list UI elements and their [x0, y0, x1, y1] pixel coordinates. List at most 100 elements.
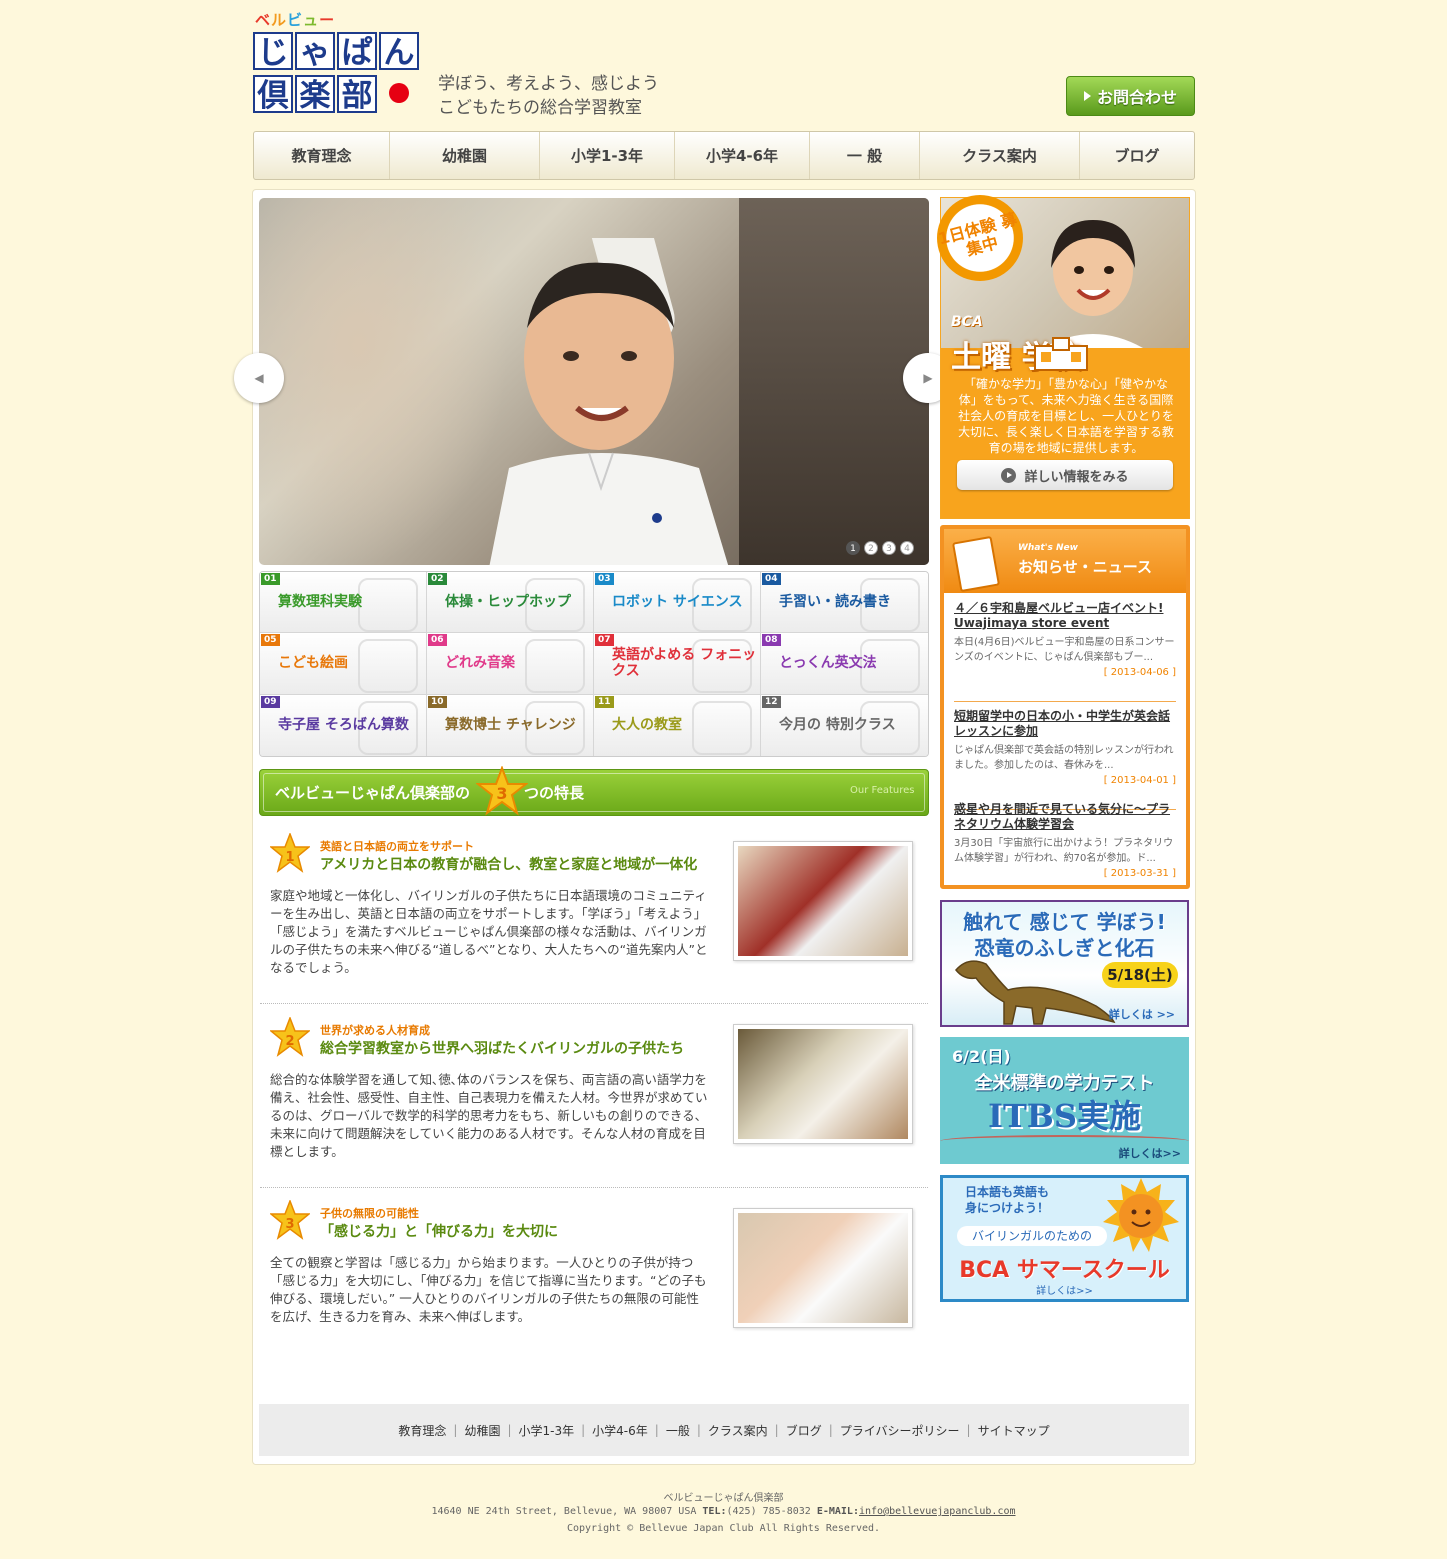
class-tile[interactable]: 03 ロボット サイエンス — [594, 572, 761, 634]
svg-text:2: 2 — [285, 1034, 294, 1049]
class-tile[interactable]: 12 今月の 特別クラス — [761, 694, 928, 756]
class-tile-number: 04 — [762, 573, 781, 585]
footer-nav-link[interactable]: プライバシーポリシー — [840, 1422, 960, 1439]
site-logo[interactable]: じ ゃ ぱ ん 倶 楽 部 — [253, 31, 423, 116]
news-item-title[interactable]: 惑星や月を間近で見ている気分に〜プラネタリウム体験学習会 — [954, 802, 1176, 832]
nav-item-grade-1-3[interactable]: 小学1-3年 — [540, 132, 675, 179]
footer-email-link[interactable]: info@bellevuejapanclub.com — [859, 1506, 1016, 1517]
itbs-banner-more[interactable]: 詳しくは>> — [1119, 1145, 1181, 1161]
logo-char: ん — [379, 32, 419, 71]
class-tile-number: 06 — [428, 634, 447, 647]
summer-banner-title: BCA サマースクール — [959, 1258, 1170, 1283]
memo-pencil-icon — [951, 535, 1001, 593]
tagline: 学ぼう、考えよう、感じよう こどもたちの総合学習教室 — [438, 72, 659, 120]
class-tile[interactable]: 07 英語がよめる フォニックス — [594, 633, 761, 695]
saturday-school-box[interactable]: 1日体験 募集中 BCA 土曜 学校 「確かな学力」「豊かな心」「健やかな体」を… — [936, 195, 1190, 519]
class-tile[interactable]: 05 こども絵画 — [260, 633, 427, 695]
slider-pagination: 1 2 3 4 — [846, 541, 914, 555]
news-item[interactable]: ４／６宇和島屋ベルビュー店イベント! Uwajimaya store event… — [954, 601, 1176, 702]
class-tile-label: 寺子屋 そろばん算数 — [278, 717, 409, 734]
tagline-line: 学ぼう、考えよう、感じよう — [438, 74, 659, 94]
summer-banner-line: 日本語も英語も — [965, 1185, 1050, 1199]
class-tile[interactable]: 06 どれみ音楽 — [427, 633, 594, 695]
slider-dot[interactable]: 3 — [882, 541, 896, 555]
more-info-button[interactable]: 詳しい情報をみる — [957, 460, 1173, 490]
feature-photo — [733, 841, 913, 961]
news-heading: お知らせ・ニュース — [1018, 558, 1152, 576]
feature-subtitle: 世界が求める人材育成 — [320, 1024, 430, 1037]
feature-photo — [733, 1024, 913, 1144]
footer-nav-link[interactable]: 一般 — [666, 1422, 690, 1439]
slider-dot[interactable]: 4 — [900, 541, 914, 555]
class-tile[interactable]: 01 算数理科実験 — [260, 572, 427, 634]
class-tile[interactable]: 09 寺子屋 そろばん算数 — [260, 694, 427, 756]
chevron-left-icon: ◀ — [254, 371, 264, 385]
summer-school-banner[interactable]: 日本語も英語も 身につけよう！ バイリンガルのための BCA サマースクール 詳… — [940, 1175, 1189, 1302]
class-tile-number: 07 — [595, 634, 614, 647]
trial-badge-label: 1日体験 募集中 — [936, 209, 1019, 260]
logo-subtitle[interactable]: ベルビュー — [255, 9, 335, 30]
itbs-test-banner[interactable]: 6/2(日) 全米標準の学力テスト ITBS実施 詳しくは>> — [940, 1037, 1189, 1164]
class-tile-number: 05 — [261, 634, 280, 647]
saturday-school-description: 「確かな学力」「豊かな心」「健やかな体」をもって、未来へ力強く生きる国際社会人の… — [958, 377, 1174, 455]
footer-nav-link[interactable]: ブログ — [786, 1422, 822, 1439]
tagline-line: こどもたちの総合学習教室 — [438, 98, 642, 118]
news-item-title[interactable]: 短期留学中の日本の小・中学生が英会話レッスンに参加 — [954, 709, 1176, 739]
news-item-title[interactable]: ４／６宇和島屋ベルビュー店イベント! Uwajimaya store event — [954, 601, 1176, 631]
feature-body: 家庭や地域と一体化し、バイリンガルの子供たちに日本語環境のコミュニティーを生み出… — [270, 888, 708, 975]
hero-slider[interactable] — [259, 198, 929, 565]
footer-nav-link[interactable]: 教育理念 — [398, 1422, 446, 1439]
arrow-right-icon — [1083, 91, 1091, 101]
class-tile[interactable]: 10 算数博士 チャレンジ — [427, 694, 594, 756]
itbs-banner-title: ITBS実施 — [988, 1097, 1141, 1135]
divider — [260, 1187, 928, 1188]
logo-char: 部 — [337, 75, 377, 114]
news-item[interactable]: 短期留学中の日本の小・中学生が英会話レッスンに参加 じゃぱん倶楽部で英会話の特別… — [954, 709, 1176, 810]
trial-badge: 1日体験 募集中 — [936, 195, 1023, 281]
summer-banner-line: 身につけよう！ — [965, 1201, 1050, 1215]
nav-item-grade-4-6[interactable]: 小学4-6年 — [675, 132, 810, 179]
news-item[interactable]: 惑星や月を間近で見ている気分に〜プラネタリウム体験学習会 3月30日「宇宙旅行に… — [954, 802, 1176, 882]
news-heading-en: What's New — [1018, 543, 1078, 553]
feature-title: 総合学習教室から世界へ羽ばたくバイリンガルの子供たち — [320, 1041, 684, 1057]
slider-prev-button[interactable]: ◀ — [234, 353, 284, 403]
logo-char: ル — [271, 11, 288, 29]
school-icon — [1034, 337, 1088, 371]
class-tile[interactable]: 11 大人の教室 — [594, 694, 761, 756]
footer-nav-separator: | — [453, 1423, 458, 1437]
footer-copyright: Copyright © Bellevue Japan Club All Righ… — [566, 1523, 881, 1534]
nav-item-general[interactable]: 一 般 — [810, 132, 920, 179]
dinosaur-banner-more[interactable]: 詳しくは >> — [1109, 1006, 1175, 1022]
svg-text:3: 3 — [285, 1217, 294, 1232]
contact-button[interactable]: お問合わせ — [1066, 76, 1195, 116]
dinosaur-banner-title: 触れて 感じて 学ぼう! — [963, 910, 1166, 934]
main-nav: 教育理念 幼稚園 小学1-3年 小学4-6年 一 般 クラス案内 ブログ — [253, 131, 1195, 180]
japan-flag-icon — [379, 75, 419, 113]
nav-item-philosophy[interactable]: 教育理念 — [254, 132, 390, 179]
class-tile[interactable]: 04 手習い・読み書き — [761, 572, 928, 634]
dinosaur-event-banner[interactable]: 触れて 感じて 学ぼう! 恐竜のふしぎと化石 5/18(土) 詳しくは >> — [940, 900, 1189, 1027]
footer-nav-separator: | — [966, 1423, 971, 1437]
slider-dot[interactable]: 1 — [846, 541, 860, 555]
play-circle-icon — [1001, 467, 1017, 483]
footer-nav-link[interactable]: 小学1-3年 — [519, 1422, 575, 1439]
summer-banner-more[interactable]: 詳しくは>> — [943, 1282, 1186, 1297]
svg-text:1: 1 — [285, 850, 294, 865]
class-tile-number: 09 — [261, 695, 280, 708]
logo-char: 倶 — [253, 75, 293, 114]
nav-item-blog[interactable]: ブログ — [1080, 132, 1194, 179]
nav-item-classes[interactable]: クラス案内 — [920, 132, 1080, 179]
footer-nav-link[interactable]: クラス案内 — [708, 1422, 768, 1439]
news-item-date: [ 2013-04-06 ] — [1103, 667, 1176, 678]
class-tile[interactable]: 02 体操・ヒップホップ — [427, 572, 594, 634]
class-tile-illustration-icon — [358, 578, 418, 632]
nav-item-kindergarten[interactable]: 幼稚園 — [390, 132, 540, 179]
features-heading-suffix: つの特長 — [524, 784, 585, 802]
footer-nav-link[interactable]: 幼稚園 — [464, 1422, 500, 1439]
footer-nav-link[interactable]: 小学4-6年 — [592, 1422, 648, 1439]
more-info-label: 詳しい情報をみる — [1024, 469, 1129, 485]
slider-dot[interactable]: 2 — [864, 541, 878, 555]
logo-char: ー — [319, 11, 336, 29]
class-tile[interactable]: 08 とっくん英文法 — [761, 633, 928, 695]
footer-nav-link[interactable]: サイトマップ — [978, 1422, 1050, 1439]
